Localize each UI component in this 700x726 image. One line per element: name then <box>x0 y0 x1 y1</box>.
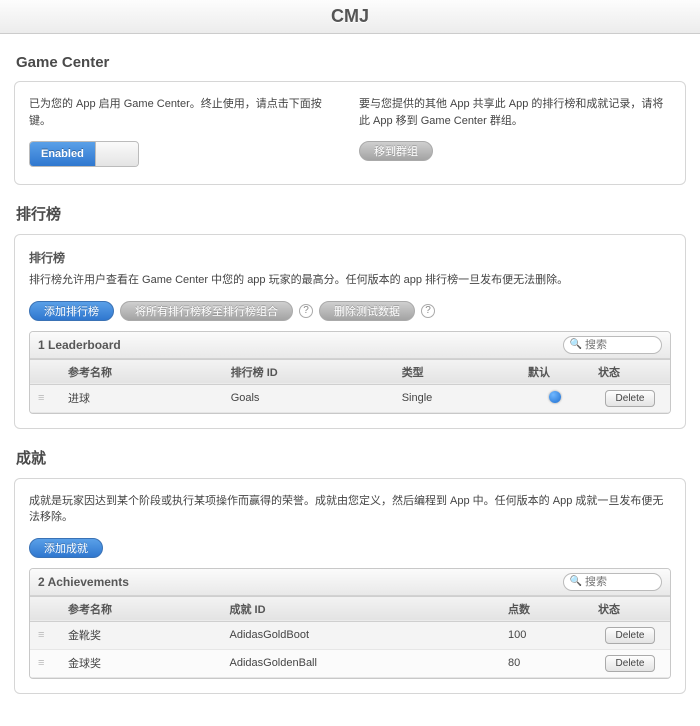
lb-col-status: 状态 <box>590 359 670 384</box>
page-title: CMJ <box>0 6 700 27</box>
delete-button[interactable]: Delete <box>605 655 656 672</box>
delete-button[interactable]: Delete <box>605 390 656 407</box>
leaderboards-section-title: 排行榜 <box>16 203 686 224</box>
leaderboards-table-title-row: 1 Leaderboard 🔍 <box>30 332 670 359</box>
leaderboards-table-panel: 1 Leaderboard 🔍 参考名称 排行榜 ID 类型 默认 状态 <box>29 331 671 414</box>
add-achievement-button[interactable]: 添加成就 <box>29 538 103 558</box>
header-bar: CMJ <box>0 0 700 34</box>
leaderboards-search-input[interactable] <box>585 339 655 351</box>
delete-test-data-button[interactable]: 删除测试数据 <box>319 301 415 321</box>
gamecenter-left-desc: 已为您的 App 启用 Game Center。终止使用，请点击下面按键。 <box>29 96 341 129</box>
lb-cell-type: Single <box>394 384 520 412</box>
leaderboards-search[interactable]: 🔍 <box>563 336 662 354</box>
search-icon: 🔍 <box>570 339 582 350</box>
move-all-to-combo-button[interactable]: 将所有排行榜移至排行榜组合 <box>120 301 293 321</box>
ach-cell-id: AdidasGoldBoot <box>222 621 501 649</box>
achievements-search-input[interactable] <box>585 576 655 588</box>
ach-col-points: 点数 <box>500 596 590 621</box>
ach-cell-points: 80 <box>500 649 590 677</box>
gamecenter-left-col: 已为您的 App 启用 Game Center。终止使用，请点击下面按键。 En… <box>29 96 341 170</box>
drag-handle-icon[interactable]: ≡ <box>38 632 45 638</box>
leaderboards-panel-desc: 排行榜允许用户查看在 Game Center 中您的 app 玩家的最高分。任何… <box>29 272 671 289</box>
move-to-group-button[interactable]: 移到群组 <box>359 141 433 161</box>
gamecenter-panel: 已为您的 App 启用 Game Center。终止使用，请点击下面按键。 En… <box>14 81 686 185</box>
leaderboards-button-row: 添加排行榜 将所有排行榜移至排行榜组合 ? 删除测试数据 ? <box>29 301 671 321</box>
default-radio-icon[interactable] <box>549 391 561 403</box>
leaderboards-panel: 排行榜 排行榜允许用户查看在 Game Center 中您的 app 玩家的最高… <box>14 234 686 429</box>
achievements-search[interactable]: 🔍 <box>563 573 662 591</box>
drag-handle-icon[interactable]: ≡ <box>38 660 45 666</box>
lb-col-type: 类型 <box>394 359 520 384</box>
search-icon: 🔍 <box>570 576 582 587</box>
ach-col-refname: 参考名称 <box>60 596 222 621</box>
add-leaderboard-button[interactable]: 添加排行榜 <box>29 301 114 321</box>
lb-col-refname: 参考名称 <box>60 359 223 384</box>
achievements-table-panel: 2 Achievements 🔍 参考名称 成就 ID 点数 状态 <box>29 568 671 679</box>
gamecenter-toggle[interactable]: Enabled <box>29 141 139 167</box>
ach-cell-refname: 金靴奖 <box>60 621 222 649</box>
achievements-table-title-row: 2 Achievements 🔍 <box>30 569 670 596</box>
ach-col-status: 状态 <box>590 596 670 621</box>
leaderboards-table: 参考名称 排行榜 ID 类型 默认 状态 ≡ 进球 Goals Single <box>30 359 670 413</box>
achievements-button-row: 添加成就 <box>29 538 671 558</box>
delete-button[interactable]: Delete <box>605 627 656 644</box>
gamecenter-right-col: 要与您提供的其他 App 共享此 App 的排行榜和成就记录，请将此 App 移… <box>359 96 671 170</box>
achievements-table: 参考名称 成就 ID 点数 状态 ≡ 金靴奖 AdidasGoldBoot 10… <box>30 596 670 678</box>
lb-col-default: 默认 <box>520 359 590 384</box>
help-icon[interactable]: ? <box>299 304 313 318</box>
drag-handle-icon[interactable]: ≡ <box>38 395 45 401</box>
page-content: Game Center 已为您的 App 启用 Game Center。终止使用… <box>0 34 700 726</box>
toggle-enabled-label: Enabled <box>30 142 95 166</box>
ach-cell-id: AdidasGoldenBall <box>222 649 501 677</box>
table-row[interactable]: ≡ 进球 Goals Single Delete <box>30 384 670 412</box>
gamecenter-section-title: Game Center <box>16 54 686 71</box>
lb-cell-id: Goals <box>223 384 394 412</box>
ach-cell-points: 100 <box>500 621 590 649</box>
lb-col-id: 排行榜 ID <box>223 359 394 384</box>
ach-cell-refname: 金球奖 <box>60 649 222 677</box>
achievements-panel: 成就是玩家因达到某个阶段或执行某项操作而赢得的荣誉。成就由您定义，然后编程到 A… <box>14 478 686 694</box>
achievements-panel-desc: 成就是玩家因达到某个阶段或执行某项操作而赢得的荣誉。成就由您定义，然后编程到 A… <box>29 493 671 526</box>
gamecenter-right-desc: 要与您提供的其他 App 共享此 App 的排行榜和成就记录，请将此 App 移… <box>359 96 671 129</box>
leaderboards-table-title: 1 Leaderboard <box>38 338 121 352</box>
leaderboards-panel-title: 排行榜 <box>29 249 671 266</box>
table-row[interactable]: ≡ 金靴奖 AdidasGoldBoot 100 Delete <box>30 621 670 649</box>
lb-cell-refname: 进球 <box>60 384 223 412</box>
help-icon[interactable]: ? <box>421 304 435 318</box>
table-row[interactable]: ≡ 金球奖 AdidasGoldenBall 80 Delete <box>30 649 670 677</box>
ach-col-id: 成就 ID <box>222 596 501 621</box>
toggle-knob <box>95 142 138 166</box>
achievements-section-title: 成就 <box>16 447 686 468</box>
achievements-table-title: 2 Achievements <box>38 575 129 589</box>
